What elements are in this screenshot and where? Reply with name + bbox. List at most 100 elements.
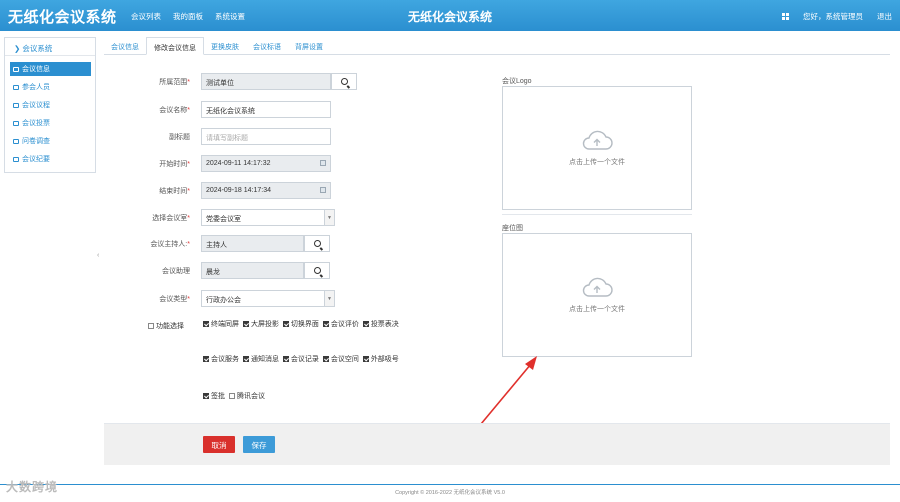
checkbox-checked-icon[interactable] bbox=[242, 321, 249, 327]
checkbox-checked-icon[interactable] bbox=[362, 321, 369, 327]
tab-meeting-info[interactable]: 会议信息 bbox=[104, 37, 146, 54]
feature-label: 大屏投影 bbox=[250, 321, 279, 328]
grid-icon[interactable] bbox=[782, 13, 789, 20]
feature-label: 会议服务 bbox=[211, 356, 239, 363]
checkbox-icon[interactable] bbox=[228, 393, 235, 399]
sidebar-item-label: 问卷调查 bbox=[22, 138, 50, 145]
tab-edit-meeting-info[interactable]: 修改会议信息 bbox=[146, 37, 204, 55]
checkbox-checked-icon[interactable] bbox=[322, 356, 329, 362]
seat-upload-label: 座位图 bbox=[502, 225, 523, 232]
sidebar: ❯ 会议系统 会议信息 参会人员 会议议程 会议投票 问卷调查 会议纪要 bbox=[4, 37, 96, 173]
cloud-upload-icon bbox=[582, 277, 613, 297]
checkbox-icon[interactable] bbox=[148, 323, 154, 329]
cloud-upload-icon bbox=[582, 130, 613, 150]
nav-meeting-list[interactable]: 会议列表 bbox=[131, 11, 161, 22]
user-icon bbox=[13, 84, 19, 90]
sidebar-item-meeting-info[interactable]: 会议信息 bbox=[10, 62, 91, 76]
assistant-input[interactable]: 晨龙 bbox=[201, 262, 304, 279]
checkbox-checked-icon[interactable] bbox=[203, 356, 209, 362]
feature-space[interactable]: 会议空间 bbox=[322, 354, 359, 364]
subtitle-label: 副标题 bbox=[169, 134, 190, 141]
sidebar-header[interactable]: ❯ 会议系统 bbox=[5, 38, 95, 56]
list-icon bbox=[13, 66, 19, 72]
save-button[interactable]: 保存 bbox=[243, 436, 275, 453]
checkbox-checked-icon[interactable] bbox=[282, 356, 289, 362]
feature-notification[interactable]: 通知消息 bbox=[242, 354, 279, 364]
sidebar-item-vote[interactable]: 会议投票 bbox=[10, 116, 91, 130]
feature-label: 投票表决 bbox=[370, 321, 399, 328]
host-input[interactable]: 主持人 bbox=[201, 235, 304, 252]
assistant-search-button[interactable] bbox=[304, 262, 330, 279]
type-select[interactable]: 行政办公会 ▼ bbox=[201, 290, 335, 307]
calendar-icon[interactable] bbox=[320, 160, 326, 166]
feature-tencent-meeting[interactable]: 腾讯会议 bbox=[228, 391, 265, 401]
nav-my-panel[interactable]: 我的面板 bbox=[173, 11, 203, 22]
chat-icon bbox=[13, 138, 19, 144]
calendar-icon[interactable] bbox=[320, 187, 326, 193]
feature-label: 会议记录 bbox=[290, 356, 319, 363]
feature-external-call[interactable]: 外部吸号 bbox=[362, 354, 399, 364]
logout-link[interactable]: 退出 bbox=[877, 11, 892, 22]
cancel-button[interactable]: 取消 bbox=[203, 436, 235, 453]
feature-switch-ui[interactable]: 切换界面 bbox=[282, 319, 319, 329]
feature-label: 会议评价 bbox=[330, 321, 359, 328]
seat-upload-area[interactable]: 点击上传一个文件 bbox=[502, 233, 692, 357]
chevron-down-icon: ▼ bbox=[324, 291, 334, 306]
scope-input[interactable]: 测试单位 bbox=[201, 73, 331, 90]
required-mark: * bbox=[187, 107, 190, 114]
checkbox-checked-icon[interactable] bbox=[362, 356, 369, 362]
feature-label: 外部吸号 bbox=[370, 356, 399, 363]
logo-upload-area[interactable]: 点击上传一个文件 bbox=[502, 86, 692, 210]
meeting-name-input[interactable]: 无纸化会议系统 bbox=[201, 101, 331, 118]
checkbox-checked-icon[interactable] bbox=[203, 393, 209, 399]
assistant-label: 会议助理 bbox=[162, 268, 190, 275]
sidebar-title: 会议系统 bbox=[22, 44, 53, 53]
host-label: 会议主持人: bbox=[150, 241, 188, 248]
host-search-button[interactable] bbox=[304, 235, 330, 252]
end-time-label: 结束时间 bbox=[159, 188, 188, 195]
feature-evaluation[interactable]: 会议评价 bbox=[322, 319, 359, 329]
tab-meeting-slogan[interactable]: 会议标语 bbox=[246, 37, 288, 54]
feature-projection[interactable]: 大屏投影 bbox=[242, 319, 279, 329]
sidebar-item-label: 会议投票 bbox=[22, 120, 50, 127]
feature-record[interactable]: 会议记录 bbox=[282, 354, 319, 364]
sidebar-item-agenda[interactable]: 会议议程 bbox=[10, 98, 91, 112]
tab-change-skin[interactable]: 更换皮肤 bbox=[204, 37, 246, 54]
checkbox-checked-icon[interactable] bbox=[282, 321, 289, 327]
room-label: 选择会议室 bbox=[152, 215, 188, 222]
tab-bar: 会议信息 修改会议信息 更换皮肤 会议标语 背屏设置 bbox=[104, 37, 890, 55]
sidebar-item-minutes[interactable]: 会议纪要 bbox=[10, 152, 91, 166]
feature-service[interactable]: 会议服务 bbox=[203, 354, 239, 364]
checkbox-checked-icon[interactable] bbox=[322, 321, 329, 327]
end-time-input[interactable]: 2024-09-18 14:17:34 bbox=[201, 182, 331, 199]
sidebar-item-survey[interactable]: 问卷调查 bbox=[10, 134, 91, 148]
required-mark: * bbox=[187, 161, 190, 168]
top-nav: 会议列表 我的面板 系统设置 bbox=[131, 11, 245, 22]
tab-backscreen-settings[interactable]: 背屏设置 bbox=[288, 37, 330, 54]
checkbox-checked-icon[interactable] bbox=[203, 321, 209, 327]
sidebar-item-attendees[interactable]: 参会人员 bbox=[10, 80, 91, 94]
required-mark: * bbox=[187, 241, 190, 248]
feature-label: 通知消息 bbox=[250, 356, 279, 363]
feature-screen-sync[interactable]: 终端同屏 bbox=[203, 319, 239, 329]
checkbox-checked-icon[interactable] bbox=[242, 356, 249, 362]
required-mark: * bbox=[187, 188, 190, 195]
sidebar-item-label: 会议议程 bbox=[22, 102, 50, 109]
feature-sign-approve[interactable]: 签批 bbox=[203, 391, 225, 401]
subtitle-input[interactable]: 请填写副标题 bbox=[201, 128, 331, 145]
seat-upload-hint: 点击上传一个文件 bbox=[569, 306, 625, 313]
collapse-handle-icon[interactable]: ‹ bbox=[97, 252, 99, 259]
logo-upload-hint: 点击上传一个文件 bbox=[569, 159, 625, 166]
user-greeting[interactable]: 您好，系统管理员 bbox=[803, 11, 863, 22]
top-bar: 无纸化会议系统 会议列表 我的面板 系统设置 无纸化会议系统 您好，系统管理员 … bbox=[0, 0, 900, 31]
feature-label: 签批 bbox=[211, 393, 225, 400]
room-select[interactable]: 党委会议室 ▼ bbox=[201, 209, 335, 226]
feature-voting[interactable]: 投票表决 bbox=[362, 319, 399, 329]
start-time-input[interactable]: 2024-09-11 14:17:32 bbox=[201, 155, 331, 172]
features-line-1: 终端同屏 大屏投影 切换界面 会议评价 投票表决 bbox=[203, 319, 433, 329]
nav-system-settings[interactable]: 系统设置 bbox=[215, 11, 245, 22]
features-label: 功能选择 bbox=[156, 323, 184, 330]
features-select-all[interactable]: 功能选择 bbox=[148, 321, 184, 331]
scope-search-button[interactable] bbox=[331, 73, 357, 90]
sidebar-item-label: 会议纪要 bbox=[22, 156, 50, 163]
